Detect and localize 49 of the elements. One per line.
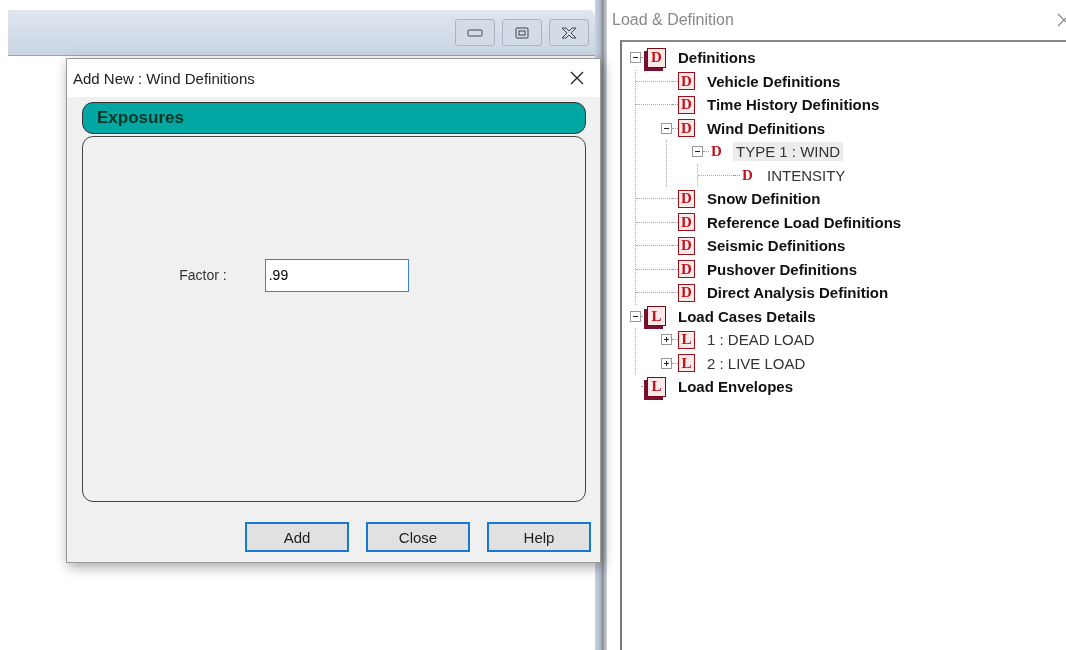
letter-icon: D bbox=[678, 119, 695, 138]
tree-item[interactable]: Load Envelopes bbox=[675, 377, 797, 397]
letter-icon: D bbox=[678, 95, 695, 114]
tree-item[interactable]: Reference Load Definitions bbox=[704, 212, 905, 232]
collapse-icon[interactable] bbox=[661, 122, 672, 134]
tree-item[interactable]: Seismic Definitions bbox=[704, 236, 849, 256]
letter-icon: D bbox=[678, 189, 695, 208]
collapse-icon[interactable] bbox=[630, 52, 641, 64]
letter-icon: D bbox=[740, 167, 755, 184]
tree-item[interactable]: Vehicle Definitions bbox=[704, 71, 844, 91]
tree-item[interactable]: Load Cases Details bbox=[675, 306, 819, 326]
tree-item[interactable]: TYPE 1 : WIND bbox=[733, 142, 844, 162]
tree-item[interactable]: Direct Analysis Definition bbox=[704, 283, 892, 303]
tree-item[interactable]: Definitions bbox=[675, 48, 759, 68]
tree-item[interactable]: 1 : DEAD LOAD bbox=[704, 330, 818, 350]
tree-item[interactable]: Time History Definitions bbox=[704, 95, 883, 115]
field-label: Factor : bbox=[179, 267, 227, 283]
letter-icon: D bbox=[678, 236, 695, 255]
section-header: Exposures bbox=[82, 102, 586, 134]
tree-item[interactable]: Pushover Definitions bbox=[704, 259, 861, 279]
tree-item[interactable]: INTENSITY bbox=[764, 165, 849, 185]
letter-icon: D bbox=[647, 47, 666, 68]
letter-icon: L bbox=[678, 354, 695, 373]
panel-title: Load & Definition bbox=[612, 11, 734, 29]
letter-icon: D bbox=[678, 213, 695, 232]
letter-icon: D bbox=[678, 72, 695, 91]
input-field[interactable]: .99 bbox=[264, 258, 409, 292]
letter-icon: D bbox=[678, 283, 695, 302]
dialog-title: Add New : Wind Definitions bbox=[73, 69, 255, 87]
dialog-button[interactable]: Help bbox=[487, 522, 591, 552]
tree-item[interactable]: Snow Definition bbox=[704, 189, 824, 209]
dialog-button[interactable]: Add bbox=[245, 522, 349, 552]
letter-icon: D bbox=[678, 260, 695, 279]
dialog-button[interactable]: Close bbox=[366, 522, 470, 552]
tree-item[interactable]: 2 : LIVE LOAD bbox=[704, 353, 809, 373]
close-icon[interactable] bbox=[569, 70, 585, 86]
close-button[interactable] bbox=[549, 19, 589, 46]
collapse-icon[interactable] bbox=[630, 310, 641, 322]
maximize-icon bbox=[515, 26, 529, 39]
minimize-icon bbox=[467, 28, 483, 37]
expand-icon[interactable] bbox=[661, 334, 672, 346]
letter-icon: L bbox=[647, 306, 666, 327]
collapse-icon[interactable] bbox=[692, 146, 703, 158]
close-icon bbox=[560, 26, 578, 39]
expand-icon[interactable] bbox=[661, 357, 672, 369]
tree-item[interactable]: Wind Definitions bbox=[704, 118, 829, 138]
letter-icon: L bbox=[647, 376, 666, 397]
letter-icon: D bbox=[709, 143, 724, 160]
letter-icon: L bbox=[678, 330, 695, 349]
